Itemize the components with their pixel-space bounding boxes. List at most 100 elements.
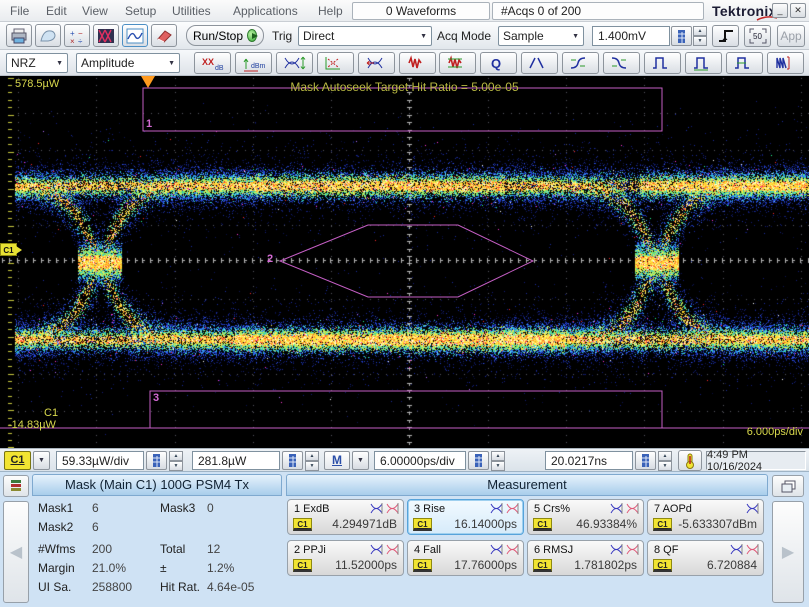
clear-data-button[interactable] <box>151 24 177 47</box>
jitter-pp-button[interactable] <box>398 52 436 74</box>
jitter-rms-button[interactable] <box>439 52 477 74</box>
tektronix-logo: Tektronix <box>712 3 778 21</box>
hscale-stepper[interactable]: ▲ ▼ <box>491 451 505 471</box>
burst-width-button[interactable] <box>766 52 804 74</box>
mask-setup-button[interactable] <box>93 24 119 47</box>
measurement-value: 1.781802ps <box>574 558 637 572</box>
hpos-keypad-button[interactable] <box>635 451 656 470</box>
trig-label: Trig <box>272 29 293 43</box>
calculator-icon <box>642 454 649 467</box>
pulse-base-button[interactable] <box>684 52 722 74</box>
waveform-icon <box>126 28 144 43</box>
pulse-width-button[interactable] <box>725 52 763 74</box>
stat-value: 12 <box>207 542 221 556</box>
svg-text:×: × <box>70 37 75 44</box>
trigger-level-stepper[interactable]: ▲ ▼ <box>693 26 707 46</box>
math-setup-button[interactable]: + − × ÷ <box>64 24 90 47</box>
measurement-cell-ppji[interactable]: 2 PPJi C1 11.52000ps <box>287 540 404 576</box>
histogram-icon <box>506 544 519 555</box>
fall-time-button[interactable] <box>603 52 640 74</box>
measurement-cell-rmsj[interactable]: 6 RMSJ C1 1.781802ps <box>527 540 644 576</box>
source-badge: C1 <box>413 518 432 531</box>
trigger-select[interactable]: Direct ▼ <box>298 26 432 46</box>
panel-menu-button[interactable] <box>3 475 29 497</box>
measurement-value: 17.76000ps <box>454 558 517 572</box>
measurement-cell-exdb[interactable]: 1 ExdB C1 4.294971dB <box>287 499 404 535</box>
menu-help[interactable]: Help <box>318 4 343 18</box>
channel-dropdown-button[interactable]: ▼ <box>33 451 50 470</box>
run-indicator-icon <box>247 29 258 42</box>
minimize-button[interactable]: _ <box>772 3 788 18</box>
measurement-cell-fall[interactable]: 4 Fall C1 17.76000ps <box>407 540 524 576</box>
extinction-ratio-button[interactable]: XX dB <box>194 52 231 74</box>
q-factor-button[interactable]: Q <box>480 52 518 74</box>
menu-utilities[interactable]: Utilities <box>172 4 211 18</box>
power-dbm-button[interactable]: dBm <box>234 52 272 74</box>
fifty-percent-button[interactable]: 50 <box>744 25 771 47</box>
menu-setup[interactable]: Setup <box>125 4 156 18</box>
rise-fall-time-button[interactable] <box>521 52 559 74</box>
measurement-cell-aopd[interactable]: 7 AOPd C1 -5.633307dBm <box>647 499 764 535</box>
measurement-value: 4.294971dB <box>332 517 397 531</box>
hscale-keypad-button[interactable] <box>468 451 489 470</box>
scale-control-bar: C1 ▼ 59.33µW/div ▲ ▼ 281.8µW ▲ ▼ M ▼ 6.000… <box>0 448 809 473</box>
menu-edit[interactable]: Edit <box>46 4 67 18</box>
measurement-cell-rise[interactable]: 3 Rise C1 16.14000ps <box>407 499 524 535</box>
measure-category-select[interactable]: Amplitude ▼ <box>76 53 180 73</box>
eye-width-button[interactable] <box>357 52 395 74</box>
print-button[interactable] <box>6 24 32 47</box>
stat-label: #Wfms <box>38 542 76 556</box>
temperature-button[interactable] <box>678 450 702 471</box>
acq-mode-label: Acq Mode <box>437 29 492 43</box>
signal-type-select[interactable]: NRZ ▼ <box>6 53 68 73</box>
menu-file[interactable]: File <box>10 4 29 18</box>
scroll-right-button[interactable]: ▶ <box>772 501 804 603</box>
screen-capture-button[interactable] <box>35 24 61 47</box>
source-badge: C1 <box>293 559 312 572</box>
run-stop-button[interactable]: Run/Stop <box>186 25 264 46</box>
chevron-down-icon: ▼ <box>420 32 427 40</box>
mask-panel-header[interactable]: Mask (Main C1) 100G PSM4 Tx <box>32 474 282 496</box>
keypad-button[interactable] <box>671 26 692 46</box>
vertical-scale-input[interactable]: 59.33µW/div <box>56 451 144 470</box>
trigger-level-input[interactable]: 1.400mV <box>592 26 670 46</box>
scroll-left-button[interactable]: ◀ <box>3 501 29 603</box>
waveform-db-button[interactable] <box>122 24 148 47</box>
extinction-ratio-icon: XXdB <box>202 57 224 72</box>
math-button[interactable]: M <box>324 451 350 470</box>
pulse-positive-button[interactable] <box>643 52 681 74</box>
horizontal-position-input[interactable]: 20.0217ns <box>545 451 633 470</box>
statistics-icon <box>746 503 759 514</box>
duplicate-panel-button[interactable] <box>772 475 804 497</box>
menu-applications[interactable]: Applications <box>233 4 298 18</box>
measurement-label: 1 ExdB <box>294 503 330 515</box>
bottom-scale-label: -14.83µW <box>8 419 56 431</box>
menu-view[interactable]: View <box>82 4 108 18</box>
panel-list-icon <box>11 480 21 491</box>
vertical-offset-input[interactable]: 281.8µW <box>192 451 280 470</box>
app-button[interactable]: App <box>777 25 805 47</box>
source-badge: C1 <box>653 518 672 531</box>
hpos-stepper[interactable]: ▲ ▼ <box>658 451 672 471</box>
mask-margin-button[interactable] <box>316 52 354 74</box>
vscale-stepper[interactable]: ▲ ▼ <box>169 451 183 471</box>
statistics-icon <box>370 503 383 514</box>
channel1-reference-marker[interactable]: C1 <box>0 243 22 256</box>
measurement-panel-header[interactable]: Measurement <box>286 474 768 496</box>
measurement-value: -5.633307dBm <box>678 517 757 531</box>
measurement-cell-crs[interactable]: 5 Crs% C1 46.93384% <box>527 499 644 535</box>
waveform-display[interactable]: 1 2 3 C1 578.5µW C1 -14.83µW 6.000ps/div… <box>0 76 809 448</box>
math-dropdown-button[interactable]: ▼ <box>352 451 369 470</box>
datetime-display: 4:49 PM 10/16/2024 <box>706 449 806 473</box>
edge-trigger-button[interactable] <box>712 25 739 47</box>
horizontal-scale-input[interactable]: 6.00000ps/div <box>374 451 466 470</box>
close-button[interactable]: ✕ <box>790 3 806 18</box>
voffset-keypad-button[interactable] <box>282 451 303 470</box>
channel1-button[interactable]: C1 <box>4 451 31 470</box>
rise-time-button[interactable] <box>562 52 600 74</box>
voffset-stepper[interactable]: ▲ ▼ <box>305 451 319 471</box>
eye-amplitude-button[interactable] <box>275 52 313 74</box>
measurement-cell-qf[interactable]: 8 QF C1 6.720884 <box>647 540 764 576</box>
vscale-keypad-button[interactable] <box>146 451 167 470</box>
acq-mode-select[interactable]: Sample ▼ <box>498 26 584 46</box>
